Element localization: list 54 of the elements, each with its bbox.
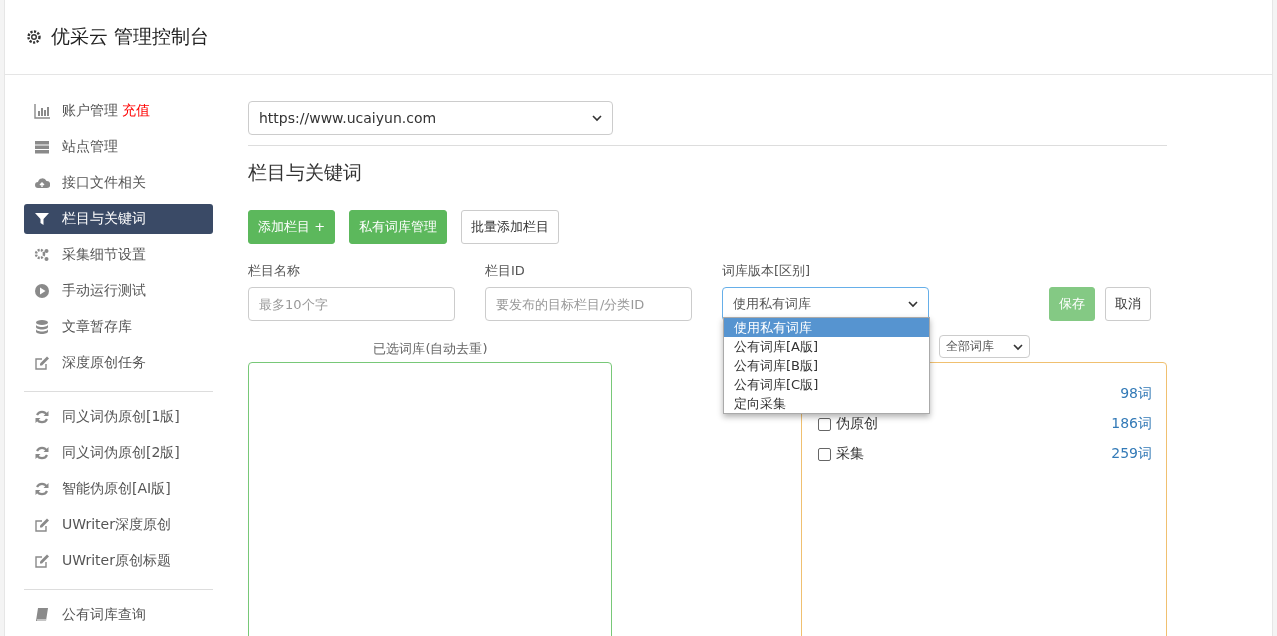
sidebar-item[interactable]: 接口文件相关	[24, 168, 213, 198]
sidebar-item[interactable]: 同义词伪原创[1版]	[24, 402, 213, 432]
word-count: 259词	[1111, 445, 1152, 463]
sidebar-item[interactable]: 智能伪原创[AI版]	[24, 474, 213, 504]
settings-icon	[25, 28, 43, 46]
app-title: 优采云 管理控制台	[51, 24, 210, 49]
input-field[interactable]: 最多10个字	[248, 287, 455, 321]
input-field[interactable]: 要发布的目标栏目/分类ID	[485, 287, 692, 321]
box-label: 已选词库(自动去重)	[372, 340, 489, 358]
dropdown-option[interactable]: 公有词库[A版]	[724, 337, 929, 356]
word-count: 186词	[1111, 415, 1152, 433]
section-title: 栏目与关键词	[248, 160, 363, 185]
sidebar-item[interactable]: 栏目与关键词	[24, 204, 213, 234]
filter-icon	[34, 211, 50, 227]
refresh-icon	[34, 409, 50, 425]
refresh-icon	[34, 481, 50, 497]
sidebar-item[interactable]: 深度原创任务	[24, 348, 213, 378]
caret-icon	[908, 299, 918, 309]
checkbox[interactable]	[818, 447, 832, 461]
sidebar-item[interactable]: 同义词伪原创[2版]	[24, 438, 213, 468]
cloud-icon	[34, 175, 50, 191]
field-label: 栏目ID	[485, 262, 526, 280]
edit-icon	[34, 553, 50, 569]
dropdown-option[interactable]: 定向采集	[724, 394, 929, 413]
sidebar-item[interactable]: UWriter原创标题	[24, 546, 213, 576]
library-name: 伪原创	[836, 415, 879, 433]
edit-icon	[34, 355, 50, 371]
checkbox[interactable]	[818, 417, 832, 431]
library-name: 采集	[836, 445, 865, 463]
field-label: 词库版本[区别]	[722, 262, 812, 280]
edit-icon	[34, 517, 50, 533]
word-count: 98词	[1120, 385, 1152, 403]
sidebar-item[interactable]: 公有词库查询	[24, 600, 213, 630]
cancel-button[interactable]: 取消	[1105, 287, 1151, 321]
field-label: 栏目名称	[248, 262, 301, 280]
dropdown-option[interactable]: 公有词库[B版]	[724, 356, 929, 375]
refresh-icon	[34, 445, 50, 461]
server-icon	[34, 139, 50, 155]
filter-select[interactable]: 全部词库	[939, 335, 1030, 358]
caret-icon	[1013, 341, 1023, 352]
caret-icon	[592, 113, 602, 123]
sidebar-item[interactable]: 文章暂存库	[24, 312, 213, 342]
database-icon	[34, 319, 50, 335]
sidebar-item[interactable]: 站点管理	[24, 132, 213, 162]
play-icon	[34, 283, 50, 299]
dropdown-option[interactable]: 公有词库[C版]	[724, 375, 929, 394]
sidebar-item[interactable]: 采集细节设置	[24, 240, 213, 270]
site-select[interactable]: https://www.ucaiyun.com	[248, 101, 613, 135]
book-icon	[34, 607, 50, 623]
sidebar-item[interactable]: UWriter深度原创	[24, 510, 213, 540]
chart-icon	[34, 103, 50, 119]
sidebar-item[interactable]: 手动运行测试	[24, 276, 213, 306]
action-button[interactable]: 批量添加栏目	[461, 210, 560, 244]
sidebar-item[interactable]: 账户管理 充值	[24, 96, 213, 126]
